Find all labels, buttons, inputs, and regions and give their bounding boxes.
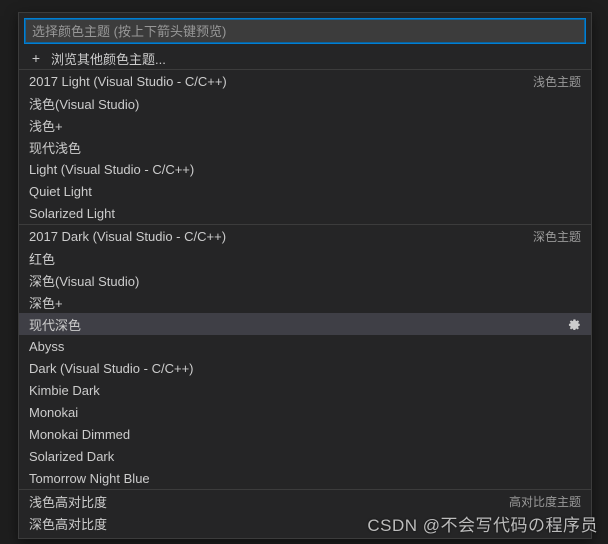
theme-item[interactable]: 深色高对比度 [19,512,591,534]
theme-list: + 浏览其他颜色主题... 2017 Light (Visual Studio … [19,47,591,538]
theme-item[interactable]: Solarized Light [19,202,591,224]
theme-item-label: Solarized Light [29,206,581,221]
plus-icon: + [29,51,43,65]
theme-item[interactable]: 现代浅色 [19,136,591,158]
group-label: 高对比度主题 [509,493,581,510]
theme-item[interactable]: 深色+ [19,291,591,313]
theme-item[interactable]: 浅色(Visual Studio) [19,92,591,114]
theme-item[interactable]: Quiet Light [19,180,591,202]
theme-item[interactable]: Abyss [19,335,591,357]
theme-item[interactable]: Dark (Visual Studio - C/C++) [19,357,591,379]
theme-item-label: Tomorrow Night Blue [29,471,581,486]
browse-label: 浏览其他颜色主题... [51,49,581,68]
gear-icon[interactable] [567,316,581,330]
theme-item[interactable]: 浅色+ [19,114,591,136]
theme-item-label: 浅色高对比度 [29,492,509,511]
theme-item-label: 现代浅色 [29,138,581,157]
theme-item[interactable]: Light (Visual Studio - C/C++) [19,158,591,180]
theme-search-input[interactable] [25,19,585,43]
theme-item-label: 浅色+ [29,116,581,135]
theme-item[interactable]: Monokai Dimmed [19,423,591,445]
theme-item-label: Dark (Visual Studio - C/C++) [29,361,581,376]
theme-item-label: Monokai [29,405,581,420]
theme-item-label: Kimbie Dark [29,383,581,398]
theme-item[interactable]: 2017 Light (Visual Studio - C/C++)浅色主题 [19,70,591,92]
theme-item[interactable]: Tomorrow Night Blue [19,467,591,489]
group-label: 深色主题 [533,228,581,245]
configure-theme[interactable] [567,316,581,333]
theme-item-label: 深色+ [29,293,581,312]
theme-item-label: 2017 Dark (Visual Studio - C/C++) [29,229,533,244]
theme-item[interactable]: 现代深色 [19,313,591,335]
theme-item-label: 浅色(Visual Studio) [29,94,581,113]
theme-item-label: 深色高对比度 [29,514,581,533]
theme-item-label: Light (Visual Studio - C/C++) [29,162,581,177]
theme-item-label: 深色(Visual Studio) [29,271,581,290]
theme-item-label: Monokai Dimmed [29,427,581,442]
group-label: 浅色主题 [533,73,581,90]
theme-item[interactable]: 深色(Visual Studio) [19,269,591,291]
theme-item-label: 2017 Light (Visual Studio - C/C++) [29,74,533,89]
theme-quick-pick: + 浏览其他颜色主题... 2017 Light (Visual Studio … [18,12,592,539]
theme-item[interactable]: 2017 Dark (Visual Studio - C/C++)深色主题 [19,225,591,247]
theme-item[interactable]: 浅色高对比度高对比度主题 [19,490,591,512]
theme-item[interactable]: Solarized Dark [19,445,591,467]
theme-item-label: Abyss [29,339,581,354]
theme-item[interactable]: Monokai [19,401,591,423]
browse-more-themes[interactable]: + 浏览其他颜色主题... [19,47,591,69]
theme-item-label: Solarized Dark [29,449,581,464]
editor-gutter-hint [0,0,15,544]
theme-item[interactable]: Kimbie Dark [19,379,591,401]
theme-item-label: 红色 [29,249,581,268]
theme-item-label: 现代深色 [29,315,567,334]
theme-item-label: Quiet Light [29,184,581,199]
search-wrap [19,13,591,47]
theme-item[interactable]: 红色 [19,247,591,269]
